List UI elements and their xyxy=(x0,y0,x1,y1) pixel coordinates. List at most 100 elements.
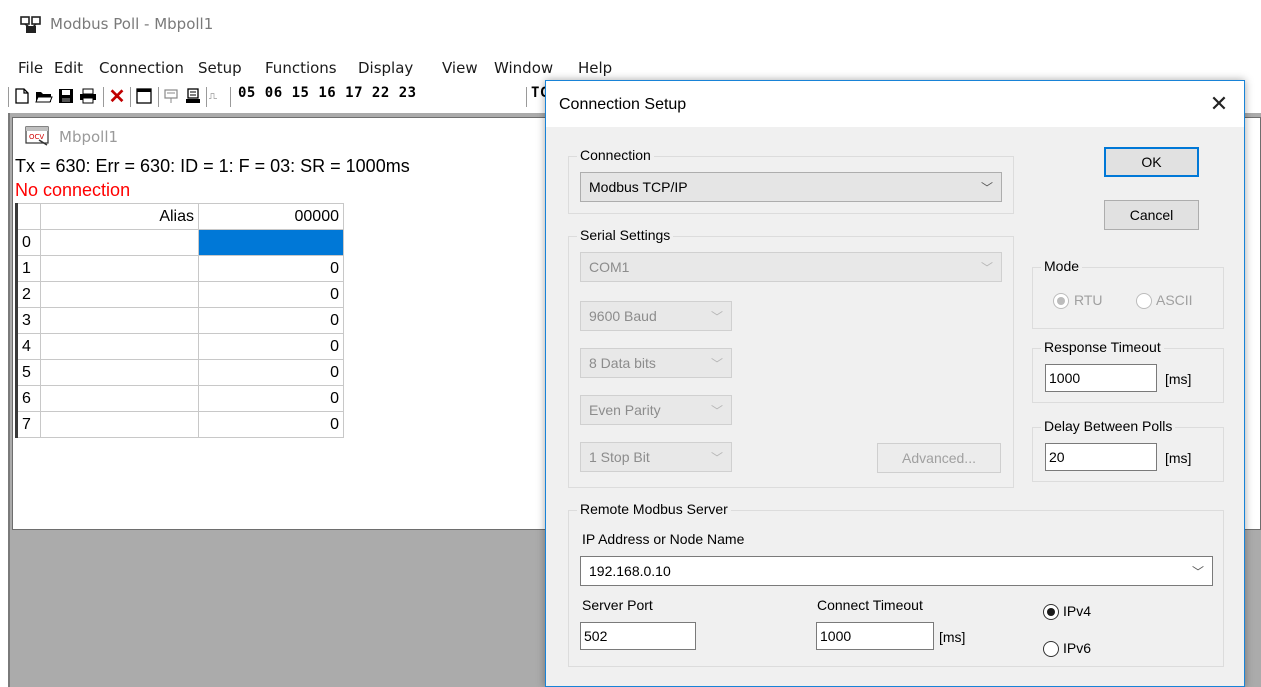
dialog-title-bar[interactable]: Connection Setup ✕ xyxy=(546,81,1244,127)
toolbar: ✕ 05 06 15 16 17 22 23 TC xyxy=(8,83,548,111)
alias-cell[interactable] xyxy=(40,385,199,412)
delay-between-polls-group: Delay Between Polls 20 [ms] xyxy=(1032,418,1224,482)
menu-setup[interactable]: Setup xyxy=(198,59,242,77)
window-icon[interactable] xyxy=(135,85,153,107)
remote-server-group: Remote Modbus Server IP Address or Node … xyxy=(568,501,1224,667)
table-row: 2 0 xyxy=(15,281,344,308)
corner-header xyxy=(15,203,41,230)
chevron-down-icon: ﹀ xyxy=(710,310,723,324)
remote-server-label: Remote Modbus Server xyxy=(577,501,731,517)
value-cell[interactable]: 0 xyxy=(198,411,344,438)
stop-bits-select[interactable]: 1 Stop Bit ﹀ xyxy=(580,442,732,472)
chevron-down-icon: ﹀ xyxy=(1191,565,1204,579)
ip-address-combo[interactable]: 192.168.0.10 ﹀ xyxy=(580,556,1213,586)
column-header-address[interactable]: 00000 xyxy=(198,203,344,230)
value-cell[interactable]: 0 xyxy=(198,255,344,282)
open-folder-icon[interactable] xyxy=(34,85,54,107)
ipv4-label: IPv4 xyxy=(1063,603,1092,619)
chevron-down-icon: ﹀ xyxy=(980,181,993,195)
delay-between-polls-unit: [ms] xyxy=(1165,450,1192,466)
save-icon[interactable] xyxy=(57,85,75,107)
alias-cell[interactable] xyxy=(40,411,199,438)
response-timeout-input[interactable]: 1000 xyxy=(1045,364,1157,392)
alias-cell[interactable] xyxy=(40,333,199,360)
column-header-alias[interactable]: Alias xyxy=(40,203,199,230)
alias-cell[interactable] xyxy=(40,359,199,386)
alias-cell[interactable] xyxy=(40,307,199,334)
alias-cell[interactable] xyxy=(40,281,199,308)
value-cell[interactable]: 0 xyxy=(198,333,344,360)
pulse-icon[interactable] xyxy=(209,85,217,107)
table-row: 6 0 xyxy=(15,385,344,412)
print-icon[interactable] xyxy=(78,85,98,107)
chevron-down-icon: ﹀ xyxy=(710,357,723,371)
child-title: Mbpoll1 xyxy=(59,128,119,146)
mode-rtu-radio[interactable] xyxy=(1053,293,1069,309)
function-code-buttons[interactable]: 05 06 15 16 17 22 23 xyxy=(238,85,417,101)
ok-button[interactable]: OK xyxy=(1104,147,1199,177)
table-row: 4 0 xyxy=(15,333,344,360)
alias-cell[interactable] xyxy=(40,229,199,256)
dialog-title: Connection Setup xyxy=(559,96,687,113)
menu-connection[interactable]: Connection xyxy=(99,59,184,77)
menu-display[interactable]: Display xyxy=(358,59,413,77)
menu-edit[interactable]: Edit xyxy=(54,59,83,77)
alias-cell[interactable] xyxy=(40,255,199,282)
value-cell[interactable]: 0 xyxy=(198,307,344,334)
ip-address-value: 192.168.0.10 xyxy=(589,563,671,579)
read-write-icon[interactable] xyxy=(162,85,180,107)
stop-bits-value: 1 Stop Bit xyxy=(589,449,650,465)
table-header-row: Alias 00000 xyxy=(15,203,344,230)
close-icon[interactable]: ✕ xyxy=(1206,91,1232,117)
connect-timeout-label: Connect Timeout xyxy=(817,597,923,613)
response-timeout-unit: [ms] xyxy=(1165,371,1192,387)
data-bits-select[interactable]: 8 Data bits ﹀ xyxy=(580,348,732,378)
delete-icon[interactable]: ✕ xyxy=(108,85,126,108)
mode-ascii-radio[interactable] xyxy=(1136,293,1152,309)
poll-window-icon: OCV xyxy=(25,126,49,146)
value-cell-selected[interactable]: 0 xyxy=(198,229,344,256)
ip-address-label: IP Address or Node Name xyxy=(582,531,745,547)
connection-group: Connection Modbus TCP/IP ﹀ xyxy=(568,147,1014,214)
menu-file[interactable]: File xyxy=(18,59,43,77)
row-index: 3 xyxy=(15,307,41,334)
menu-bar: File Edit Connection Setup Functions Dis… xyxy=(0,56,1261,80)
row-index: 1 xyxy=(15,255,41,282)
server-port-input[interactable]: 502 xyxy=(580,622,696,650)
serial-port-select[interactable]: COM1 ﹀ xyxy=(580,252,1002,282)
ipv4-radio[interactable] xyxy=(1043,604,1059,620)
delay-between-polls-label: Delay Between Polls xyxy=(1041,418,1176,434)
row-index: 2 xyxy=(15,281,41,308)
baud-rate-select[interactable]: 9600 Baud ﹀ xyxy=(580,301,732,331)
menu-view[interactable]: View xyxy=(442,59,478,77)
monitor-icon[interactable] xyxy=(184,85,202,107)
mode-label: Mode xyxy=(1041,258,1083,274)
connect-timeout-input[interactable]: 1000 xyxy=(816,622,934,650)
new-document-icon[interactable] xyxy=(13,85,31,107)
app-title: Modbus Poll - Mbpoll1 xyxy=(50,15,214,33)
ipv6-label: IPv6 xyxy=(1063,640,1092,656)
modbus-app-icon xyxy=(20,16,41,33)
chevron-down-icon: ﹀ xyxy=(980,261,993,275)
connection-type-select[interactable]: Modbus TCP/IP ﹀ xyxy=(580,172,1002,202)
delay-between-polls-input[interactable]: 20 xyxy=(1045,443,1157,471)
data-bits-value: 8 Data bits xyxy=(589,355,656,371)
value-cell[interactable]: 0 xyxy=(198,281,344,308)
connect-timeout-unit: [ms] xyxy=(939,629,966,645)
connection-group-label: Connection xyxy=(577,147,654,163)
value-cell[interactable]: 0 xyxy=(198,359,344,386)
value-cell[interactable]: 0 xyxy=(198,385,344,412)
menu-window[interactable]: Window xyxy=(494,59,553,77)
ipv6-radio[interactable] xyxy=(1043,641,1059,657)
poll-status-line: Tx = 630: Err = 630: ID = 1: F = 03: SR … xyxy=(15,156,410,176)
cancel-button[interactable]: Cancel xyxy=(1104,200,1199,230)
menu-functions[interactable]: Functions xyxy=(265,59,337,77)
serial-settings-group: Serial Settings COM1 ﹀ 9600 Baud ﹀ 8 Dat… xyxy=(568,227,1014,488)
response-timeout-group: Response Timeout 1000 [ms] xyxy=(1032,339,1224,403)
register-table: Alias 00000 0 0 1 0 2 0 3 0 4 0 5 0 6 0 … xyxy=(15,203,344,438)
connection-type-value: Modbus TCP/IP xyxy=(589,179,688,195)
advanced-button[interactable]: Advanced... xyxy=(877,443,1001,473)
server-port-label: Server Port xyxy=(582,597,653,613)
parity-select[interactable]: Even Parity ﹀ xyxy=(580,395,732,425)
menu-help[interactable]: Help xyxy=(578,59,612,77)
